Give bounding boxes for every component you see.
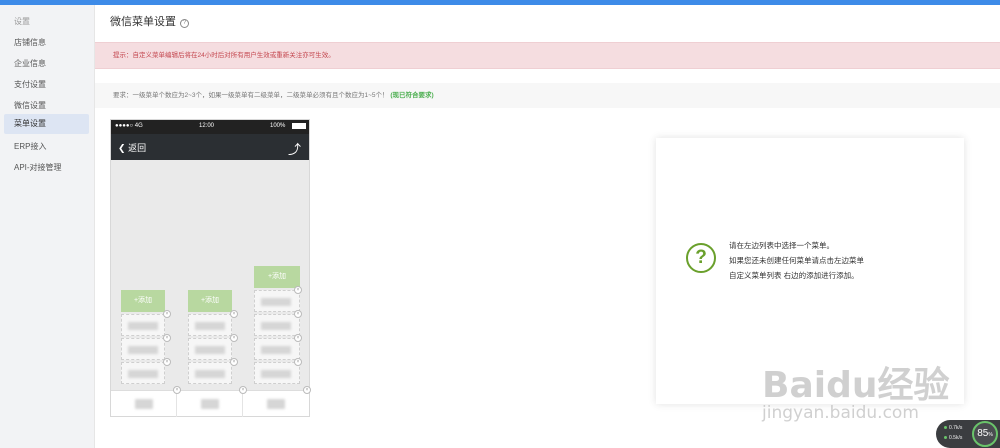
requirement-text: 要求：一级菜单个数应为2~3个，如果一级菜单有二级菜单，二级菜单必须有且个数应为… (113, 92, 389, 99)
submenu-item[interactable] (188, 338, 232, 360)
network-speed-widget[interactable]: 0.7k/s 0.5k/s 85% (936, 420, 1000, 448)
submenu-item[interactable] (121, 314, 165, 336)
battery-percent: 100% (270, 123, 286, 129)
remove-icon[interactable]: × (163, 334, 171, 342)
add-submenu-button[interactable]: +添加 (188, 290, 232, 312)
question-icon: ? (686, 243, 716, 273)
phone-preview: ●●●●○ 4G 12:00 100% ❮ 返回 ⤴ +添加 × × × +添加… (110, 119, 311, 417)
sidebar-item-wechat[interactable]: 微信设置 (4, 96, 89, 116)
chevron-left-icon: ❮ (118, 143, 126, 153)
sidebar: 设置 店铺信息 企业信息 支付设置 微信设置 菜单设置 ERP接入 API-对接… (0, 5, 95, 448)
watermark-logo: Baidu经验 (762, 365, 950, 406)
sidebar-item-company-info[interactable]: 企业信息 (4, 54, 89, 74)
hint-line-2: 如果您还未创建任何菜单请点击左边菜单 (729, 256, 864, 265)
hint-line-3: 自定义菜单列表 右边的添加进行添加。 (729, 271, 859, 280)
sidebar-item-payment[interactable]: 支付设置 (4, 75, 89, 95)
remove-icon[interactable]: × (163, 310, 171, 318)
remove-icon[interactable]: × (239, 386, 247, 394)
phone-content: +添加 × × × +添加 × × × +添加 × × × × (111, 160, 309, 390)
sidebar-heading-settings: 设置 (14, 17, 30, 26)
back-label: 返回 (128, 143, 147, 153)
remove-icon[interactable]: × (303, 386, 311, 394)
submenu-item[interactable] (188, 362, 232, 384)
phone-menu-bar: × × × (111, 386, 311, 417)
help-icon[interactable]: ? (180, 19, 189, 28)
requirement-status: (现已符合要求) (390, 92, 434, 99)
submenu-item[interactable] (254, 290, 300, 312)
main-menu-item[interactable] (243, 391, 309, 417)
download-speed: 0.5k/s (944, 435, 962, 441)
phone-status-bar: ●●●●○ 4G 12:00 100% (111, 120, 309, 134)
sidebar-item-menu[interactable]: 菜单设置 (4, 114, 89, 134)
sidebar-item-api[interactable]: API-对接管理 (4, 158, 89, 178)
add-submenu-button[interactable]: +添加 (121, 290, 165, 312)
requirement-bar: 要求：一级菜单个数应为2~3个，如果一级菜单有二级菜单，二级菜单必须有且个数应为… (95, 83, 1000, 108)
page-title: 微信菜单设置? (110, 13, 189, 29)
share-icon[interactable]: ⤴ (288, 139, 301, 158)
remove-icon[interactable]: × (230, 358, 238, 366)
signal-indicator: ●●●●○ 4G (115, 123, 143, 129)
sidebar-item-shop-info[interactable]: 店铺信息 (4, 33, 89, 53)
sidebar-item-erp[interactable]: ERP接入 (4, 137, 89, 157)
back-button[interactable]: ❮ 返回 (118, 141, 146, 154)
alert-banner: 提示：自定义菜单编辑后将在24小时后对所有用户生效或重新关注亦可生效。 (95, 42, 1000, 69)
main-menu-item[interactable] (111, 391, 177, 417)
watermark-url: jingyan.baidu.com (762, 403, 919, 423)
phone-nav-bar: ❮ 返回 ⤴ (111, 134, 309, 160)
submenu-item[interactable] (254, 314, 300, 336)
submenu-item[interactable] (254, 338, 300, 360)
submenu-item[interactable] (121, 362, 165, 384)
page-title-text: 微信菜单设置 (110, 16, 176, 28)
upload-speed: 0.7k/s (944, 425, 962, 431)
main-menu-item[interactable] (177, 391, 243, 417)
hint-line-1: 请在左边列表中选择一个菜单。 (729, 241, 834, 250)
remove-icon[interactable]: × (173, 386, 181, 394)
remove-icon[interactable]: × (230, 310, 238, 318)
remove-icon[interactable]: × (294, 358, 302, 366)
remove-icon[interactable]: × (294, 310, 302, 318)
remove-icon[interactable]: × (294, 286, 302, 294)
battery-icon (292, 123, 306, 129)
phone-time: 12:00 (199, 123, 215, 129)
usage-percent: 85% (972, 421, 998, 447)
remove-icon[interactable]: × (294, 334, 302, 342)
submenu-item[interactable] (188, 314, 232, 336)
add-submenu-button[interactable]: +添加 (254, 266, 300, 288)
remove-icon[interactable]: × (163, 358, 171, 366)
remove-icon[interactable]: × (230, 334, 238, 342)
submenu-item[interactable] (254, 362, 300, 384)
submenu-item[interactable] (121, 338, 165, 360)
